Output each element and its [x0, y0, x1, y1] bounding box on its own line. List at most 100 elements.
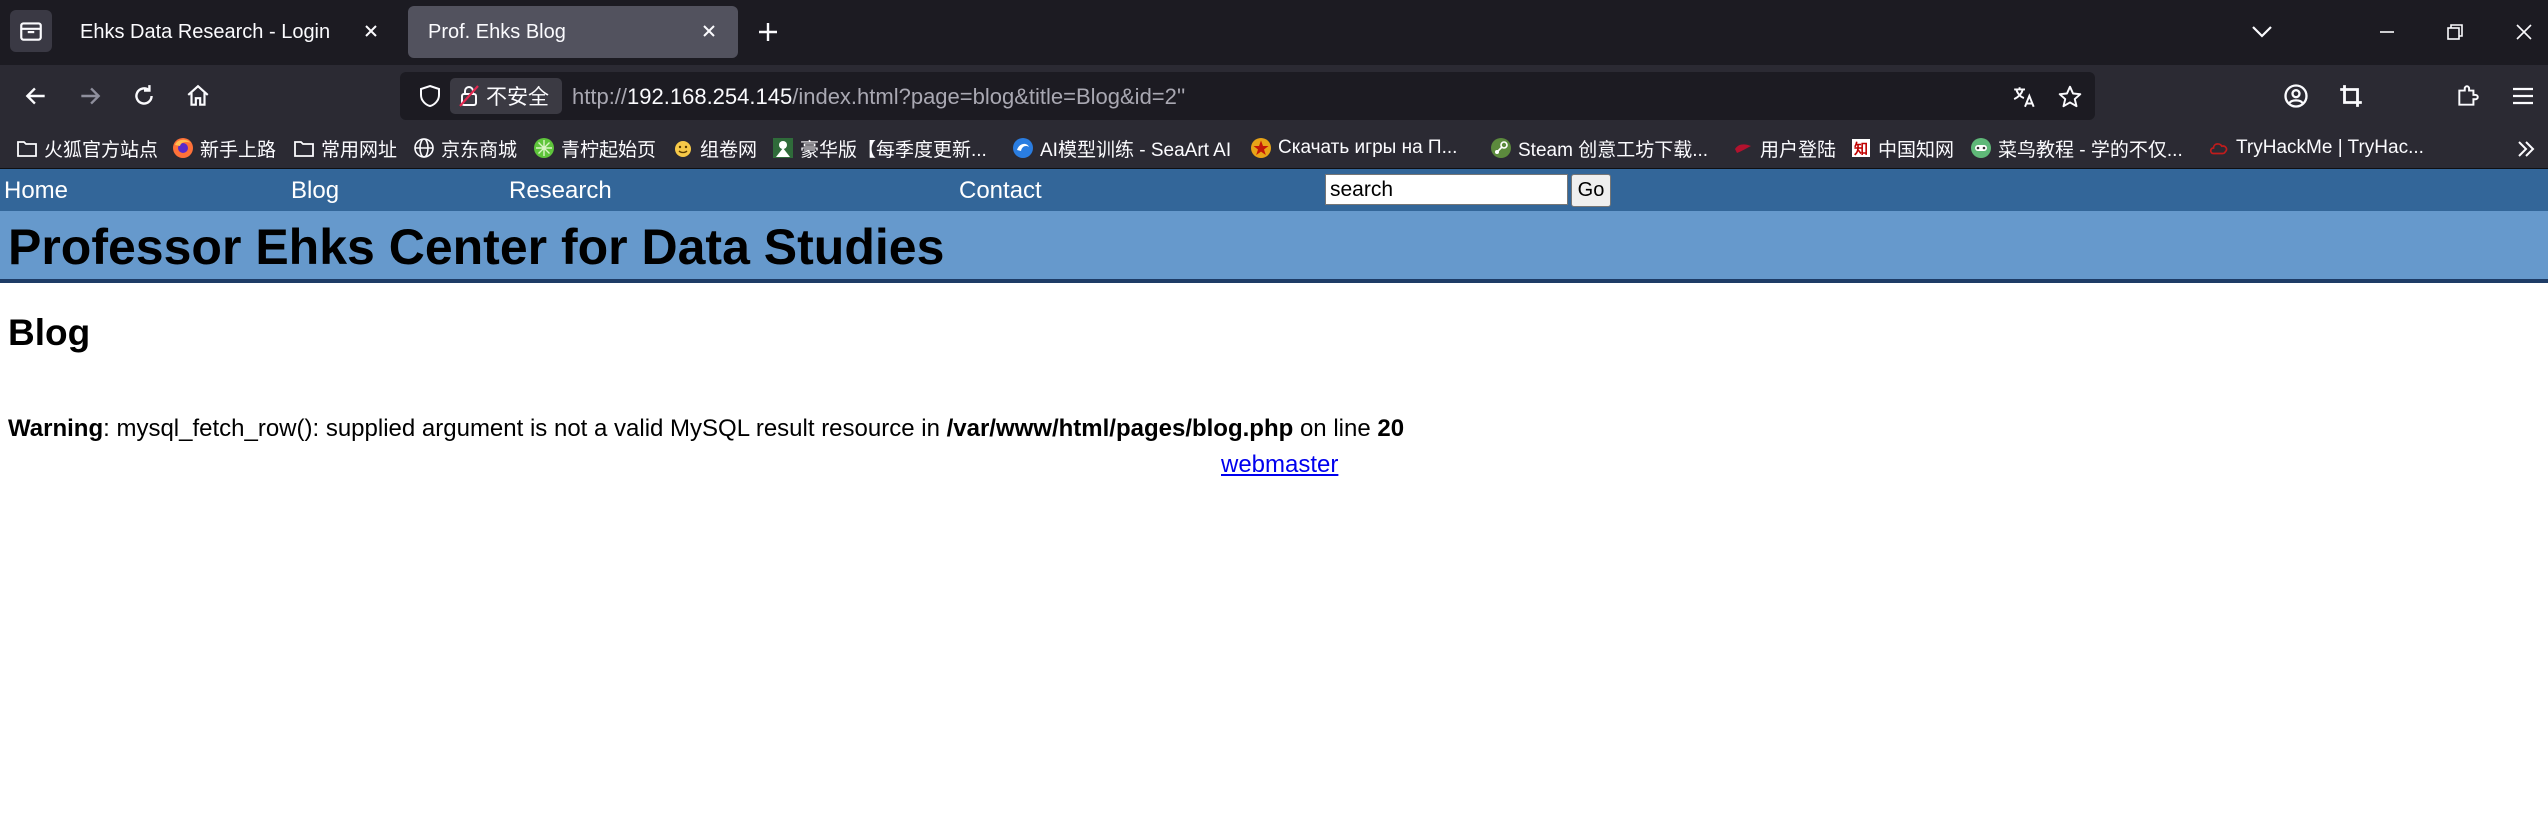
webmaster-link[interactable]: webmaster — [1221, 451, 1338, 479]
bookmark-label: 用户登陆 — [1760, 139, 1837, 161]
bookmark-star-button[interactable] — [2055, 82, 2085, 112]
bookmark-item[interactable]: 组卷网 — [672, 133, 757, 163]
site-search-input[interactable] — [1325, 174, 1568, 205]
translate-icon — [2013, 87, 2035, 108]
cnki-icon: 知 — [1850, 137, 1872, 159]
url-scheme: http:// — [572, 84, 628, 109]
url-text[interactable]: http://192.168.254.145/index.html?page=b… — [572, 84, 1185, 110]
tab-blog[interactable]: Prof. Ehks Blog — [408, 6, 738, 58]
bookmark-item[interactable]: Steam 创意工坊下载... — [1490, 133, 1708, 163]
warning-line-number: 20 — [1377, 415, 1405, 442]
tab-close-button[interactable] — [694, 16, 724, 46]
nav-home-link[interactable]: Home — [4, 177, 68, 205]
search-go-button[interactable]: Go — [1571, 174, 1611, 207]
crop-icon — [2340, 85, 2362, 107]
bookmarks-toolbar: 火狐官方站点 新手上路 常用网址 京东商城 青柠起始页 组卷网 豪华版【每季度更… — [0, 127, 2548, 169]
chevron-down-icon — [2252, 26, 2272, 38]
bookmark-item[interactable]: 京东商城 — [413, 133, 517, 163]
account-icon — [2284, 84, 2308, 108]
page-heading: Blog — [8, 312, 91, 353]
restore-button[interactable] — [2437, 14, 2473, 50]
bookmark-label: 豪华版【每季度更新... — [800, 139, 987, 161]
bookmark-label: 菜鸟教程 - 学的不仅... — [1998, 139, 2183, 161]
tab-title: Prof. Ehks Blog — [428, 21, 566, 43]
red-icon — [1732, 137, 1754, 159]
minimize-button[interactable] — [2369, 14, 2405, 50]
nav-research-link[interactable]: Research — [509, 177, 612, 205]
firefox-icon — [172, 137, 194, 159]
forward-button[interactable] — [72, 78, 108, 114]
hamburger-menu-icon — [2513, 87, 2533, 105]
extensions-button[interactable] — [2450, 78, 2486, 114]
list-all-tabs-button[interactable] — [2244, 14, 2280, 50]
translate-button[interactable] — [2010, 82, 2040, 112]
warning-label: Warning — [8, 415, 104, 442]
star-icon — [2058, 85, 2082, 108]
cloud-icon — [2208, 137, 2230, 159]
tracking-protection-button[interactable] — [416, 82, 444, 110]
bookmark-label: 中国知网 — [1878, 139, 1955, 161]
home-icon — [187, 84, 209, 106]
chevron-double-right-icon — [2518, 141, 2535, 157]
site-security-button[interactable]: 不安全 — [450, 78, 562, 114]
game-icon — [772, 137, 794, 159]
bookmark-item[interactable]: 青柠起始页 — [533, 133, 656, 163]
bookmark-item[interactable]: TryHackMe | TryHac... — [2208, 133, 2424, 163]
reload-icon — [135, 85, 153, 105]
bookmark-item[interactable]: 豪华版【每季度更新... — [772, 133, 987, 163]
lime-icon — [533, 137, 555, 159]
bookmark-label: 火狐官方站点 — [44, 139, 159, 161]
address-bar[interactable]: 不安全 http://192.168.254.145/index.html?pa… — [400, 72, 2095, 120]
navigation-toolbar: 不安全 http://192.168.254.145/index.html?pa… — [0, 65, 2548, 127]
warning-text: : mysql_fetch_row(): supplied argument i… — [103, 415, 947, 442]
warning-on-line-text: on line — [1293, 415, 1378, 442]
app-menu-button[interactable] — [2505, 78, 2541, 114]
tab-title: Ehks Data Research - Login — [80, 21, 331, 43]
new-tab-button[interactable] — [752, 16, 784, 48]
star-badge-icon — [1250, 137, 1272, 159]
screenshot-crop-button[interactable] — [2333, 78, 2369, 114]
php-warning-message: Warning: mysql_fetch_row(): supplied arg… — [8, 415, 1404, 443]
nav-contact-link[interactable]: Contact — [959, 177, 1042, 205]
bookmark-label: Steam 创意工坊下载... — [1518, 139, 1709, 161]
shield-icon — [420, 84, 440, 108]
account-button[interactable] — [2278, 78, 2314, 114]
seaart-icon — [1012, 137, 1034, 159]
url-host: 192.168.254.145 — [627, 84, 793, 109]
close-window-button[interactable] — [2506, 14, 2542, 50]
bookmark-item[interactable]: 知 中国知网 — [1850, 133, 1954, 163]
bookmark-item[interactable]: 火狐官方站点 — [16, 133, 158, 163]
url-path: /index.html?page=blog&title=Blog&id=2'' — [792, 84, 1186, 109]
tab-list-button[interactable] — [10, 10, 52, 52]
back-button[interactable] — [18, 78, 54, 114]
bookmark-label: AI模型训练 - SeaArt AI — [1040, 139, 1232, 161]
bookmark-item[interactable]: Скачать игры на П... — [1250, 133, 1457, 163]
runoob-icon — [1970, 137, 1992, 159]
bookmark-label: TryHackMe | TryHac... — [2236, 137, 2424, 158]
bookmark-item[interactable]: AI模型训练 - SeaArt AI — [1012, 133, 1231, 163]
bookmark-label: 京东商城 — [441, 139, 518, 161]
security-label: 不安全 — [486, 86, 549, 109]
bookmark-label: 常用网址 — [321, 139, 398, 161]
tab-close-button[interactable] — [356, 16, 386, 46]
folder-icon — [16, 137, 38, 159]
nav-blog-link[interactable]: Blog — [291, 177, 339, 205]
plus-icon — [759, 23, 777, 41]
site-navigation: Home Blog Research Contact Go — [0, 169, 2548, 211]
bookmark-label: 青柠起始页 — [561, 139, 657, 161]
more-bookmarks-button[interactable] — [2512, 135, 2540, 163]
smiley-icon — [672, 137, 694, 159]
bookmark-item[interactable]: 用户登陆 — [1732, 133, 1836, 163]
reload-button[interactable] — [126, 78, 162, 114]
bookmark-item[interactable]: 菜鸟教程 - 学的不仅... — [1970, 133, 2183, 163]
tab-login[interactable]: Ehks Data Research - Login — [60, 6, 400, 58]
svg-text:知: 知 — [1854, 141, 1868, 158]
close-icon — [2516, 24, 2532, 40]
bookmark-item[interactable]: 常用网址 — [293, 133, 397, 163]
restore-icon — [2447, 24, 2463, 40]
home-button[interactable] — [180, 78, 216, 114]
insecure-lock-icon — [458, 83, 480, 109]
bookmark-item[interactable]: 新手上路 — [172, 133, 276, 163]
steam-icon — [1490, 137, 1512, 159]
site-title: Professor Ehks Center for Data Studies — [8, 219, 945, 275]
